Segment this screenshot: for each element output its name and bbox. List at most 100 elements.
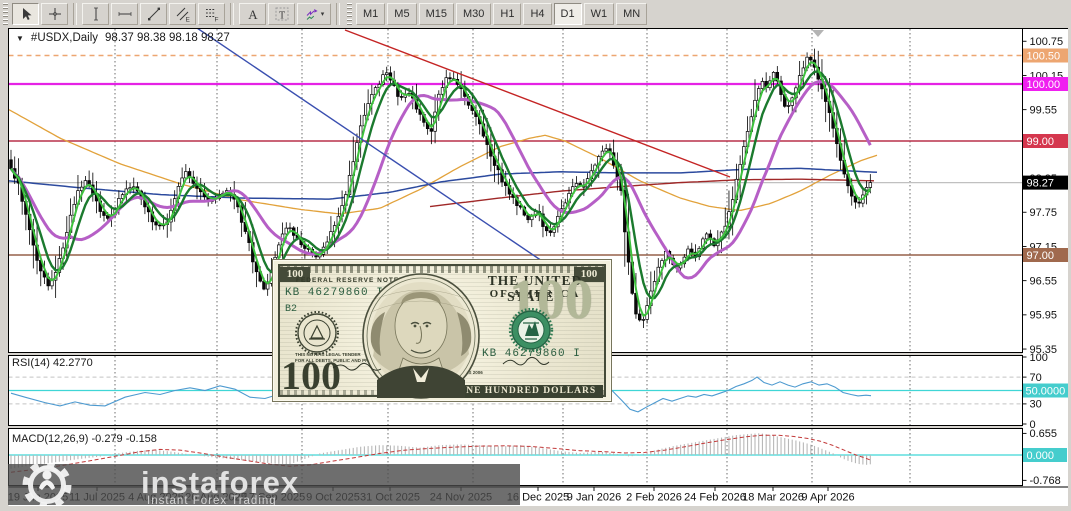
text-tool[interactable]: A [239,3,266,25]
svg-text:E: E [185,17,190,23]
svg-text:96.55: 96.55 [1030,275,1058,287]
candle-bull [787,105,790,106]
candle-bull [761,81,764,88]
text-label-tool[interactable]: T [268,3,295,25]
svg-text:98.27: 98.27 [1027,177,1055,189]
dropdown-caret-icon[interactable]: ▾ [321,10,325,18]
svg-text:97.00: 97.00 [1027,250,1055,262]
svg-text:99.00: 99.00 [1027,136,1055,148]
candle-bull [605,149,608,151]
bill-artwork [273,260,611,401]
candle-bull [869,183,872,188]
timeframe-h1[interactable]: H1 [493,3,521,25]
candle-bull [575,183,578,186]
fibonacci-icon: F [204,6,220,22]
horizontal-line-tool[interactable] [111,3,138,25]
candle-bear [809,57,812,60]
svg-text:97.75: 97.75 [1030,207,1058,219]
candle-bear [545,227,548,231]
timeframe-toolbar: M1M5M15M30H1H4D1W1MN [355,3,648,25]
franklin-portrait [363,274,479,398]
svg-text:F: F [214,17,218,23]
vertical-line-tool[interactable] [82,3,109,25]
timeframe-mn[interactable]: MN [616,3,647,25]
arrows-tool[interactable]: ▾ [297,3,331,25]
timeframe-m30[interactable]: M30 [456,3,491,25]
text-a-icon: A [245,6,261,22]
macd-label: MACD(12,26,9) -0.279 -0.158 [12,433,157,445]
date-label: 24 Feb 2026 [684,492,746,504]
toolbar-separator [230,3,234,25]
candle-bull [285,228,288,234]
timeframe-m5[interactable]: M5 [387,3,416,25]
rsi-value: 42.2770 [53,357,93,369]
signature-right [503,357,549,364]
svg-text:0.655: 0.655 [1030,428,1058,440]
candle-bear [858,202,861,203]
timeframe-w1[interactable]: W1 [584,3,615,25]
svg-text:99.55: 99.55 [1030,104,1058,116]
svg-text:100.00: 100.00 [1027,79,1061,91]
svg-text:-0.768: -0.768 [1030,475,1061,487]
timeframe-m15[interactable]: M15 [419,3,454,25]
candle-bull [129,188,132,189]
svg-text:0.000: 0.000 [1027,450,1055,462]
candle-bear [106,215,109,218]
crosshair-tool[interactable] [41,3,68,25]
fibonacci-tool[interactable]: F [198,3,225,25]
candle-bear [449,78,452,79]
candle-bear [155,222,158,225]
date-label: 9 Apr 2026 [801,492,854,504]
svg-text:T: T [278,11,284,22]
toolbar-separator [73,3,77,25]
candle-bull [642,319,645,320]
equidistant-channel-tool[interactable]: E [169,3,196,25]
timeframe-h4[interactable]: H4 [523,3,551,25]
trendline-icon [146,6,162,22]
chart-title: ▼ #USDX,Daily 98.37 98.38 98.18 98.27 [16,32,230,44]
candle-bull [385,73,388,75]
cursor-icon [18,6,34,22]
svg-text:30: 30 [1030,399,1042,411]
candle-bear [400,96,403,97]
candle-bull [289,228,292,229]
rsi-label: RSI(14) 42.2770 [12,357,93,369]
candle-bear [549,231,552,233]
chevron-down-icon[interactable]: ▼ [16,34,24,43]
treasury-seal [510,309,552,351]
date-label: 18 Mar 2026 [742,492,804,504]
ohlc-values: 98.37 98.38 98.18 98.27 [105,32,230,44]
dollar-bill-image: 100 100 FEDERAL RESERVE NOTE KB 46279860… [272,259,612,402]
candle-bear [638,314,641,320]
federal-reserve-seal [296,312,338,354]
date-label: 9 Jan 2026 [567,492,621,504]
mt4-window: E F A T ▾ M1M5M15M30H1H4D1W1MN 100.75100.159… [0,0,1071,511]
cursor-tool[interactable] [12,3,39,25]
timeframe-d1[interactable]: D1 [554,3,582,25]
chart-area: 100.75100.1599.5598.9598.3597.7597.1596.… [0,28,1071,511]
candle-bear [10,160,13,169]
trendline-tool[interactable] [140,3,167,25]
svg-text:A: A [248,7,258,22]
symbol-period-label: #USDX,Daily [31,32,98,44]
macd-values: -0.279 -0.158 [91,433,156,445]
candle-bull [705,234,708,239]
svg-text:100: 100 [1030,352,1048,364]
watermark-tagline: Instant Forex Trading [147,495,277,505]
svg-text:70: 70 [1030,372,1042,384]
timeframe-m1[interactable]: M1 [356,3,385,25]
svg-text:50.0000: 50.0000 [1026,385,1066,397]
toolbar-grip[interactable] [3,3,8,25]
date-label: 2 Feb 2026 [626,492,682,504]
text-label-icon: T [274,6,290,22]
vertical-line-icon [88,6,104,22]
instaforex-gear-icon [20,464,78,505]
arrows-icon [304,6,320,22]
svg-text:95.95: 95.95 [1030,310,1058,322]
timeframe-toolbar-grip[interactable] [347,3,352,25]
toolbar: E F A T ▾ M1M5M15M30H1H4D1W1MN [0,0,1071,29]
crosshair-icon [47,6,63,22]
channel-icon: E [175,6,191,22]
horizontal-line-icon [117,6,133,22]
candle-bear [158,225,161,226]
